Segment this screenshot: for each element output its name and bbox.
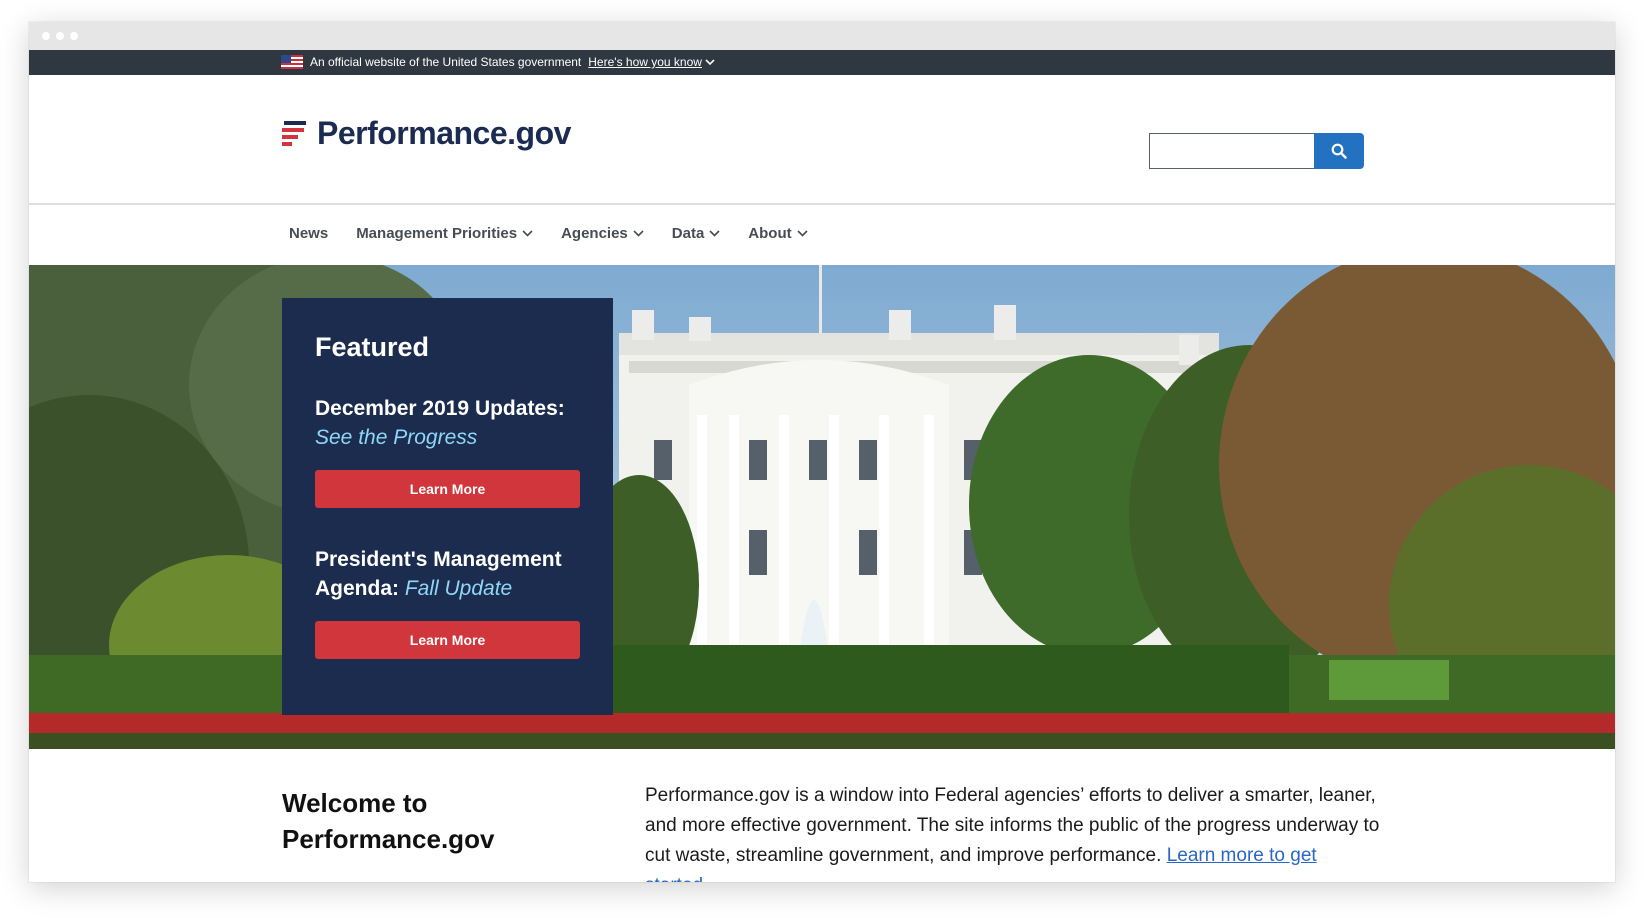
search-icon [1331,143,1347,159]
nav-about[interactable]: About [748,225,808,242]
search-input[interactable] [1149,133,1314,169]
site-header: Performance.gov [29,75,1615,205]
primary-nav: News Management Priorities Agencies Data… [29,205,1615,265]
how-you-know-label: Here's how you know [588,55,702,69]
search-form [1149,133,1364,169]
learn-more-button-1[interactable]: Learn More [315,470,580,508]
how-you-know-link[interactable]: Here's how you know [588,55,715,69]
browser-window: An official website of the United States… [29,22,1615,882]
nav-news-label: News [289,225,329,242]
white-house-image [29,265,1615,749]
nav-data-label: Data [671,225,705,242]
chevron-down-icon [797,230,808,237]
featured-title: Featured [315,332,430,362]
chevron-down-icon [633,230,644,237]
us-flag-icon [281,55,303,69]
nav-management-priorities[interactable]: Management Priorities [356,225,533,242]
hero-banner: Featured December 2019 Updates: See the … [29,265,1615,749]
window-dot [70,32,78,40]
nav-news[interactable]: News [289,225,328,242]
featured-item-2-heading: President's Management Agenda: Fall Upda… [315,545,585,603]
learn-more-button-2[interactable]: Learn More [315,621,580,659]
logo-stripes-icon [282,120,306,146]
chevron-down-icon [522,230,533,237]
site-logo[interactable]: Performance.gov [282,115,571,152]
nav-agencies[interactable]: Agencies [561,225,644,242]
chevron-down-icon [709,230,720,237]
nav-management-priorities-label: Management Priorities [356,225,518,242]
official-gov-banner: An official website of the United States… [29,50,1615,75]
chevron-down-icon [705,58,715,65]
site-name: Performance.gov [317,115,571,151]
browser-chrome [29,22,1615,50]
welcome-body: Performance.gov is a window into Federal… [645,781,1385,882]
welcome-title: Welcome to Performance.gov [282,788,495,854]
featured-item-1-accent: See the Progress [315,426,478,449]
window-dot [42,32,50,40]
welcome-section: Welcome to Performance.gov Performance.g… [29,749,1615,882]
featured-item-2-accent: Fall Update [404,577,513,600]
window-dot [56,32,64,40]
gov-banner-text: An official website of the United States… [310,55,582,69]
featured-item-1-heading: December 2019 Updates: See the Progress [315,394,585,452]
featured-item-1-title: December 2019 Updates: [315,397,565,420]
nav-data[interactable]: Data [672,225,721,242]
nav-about-label: About [748,225,792,242]
search-button[interactable] [1314,133,1364,169]
nav-agencies-label: Agencies [561,225,628,242]
featured-panel: Featured December 2019 Updates: See the … [282,298,613,715]
